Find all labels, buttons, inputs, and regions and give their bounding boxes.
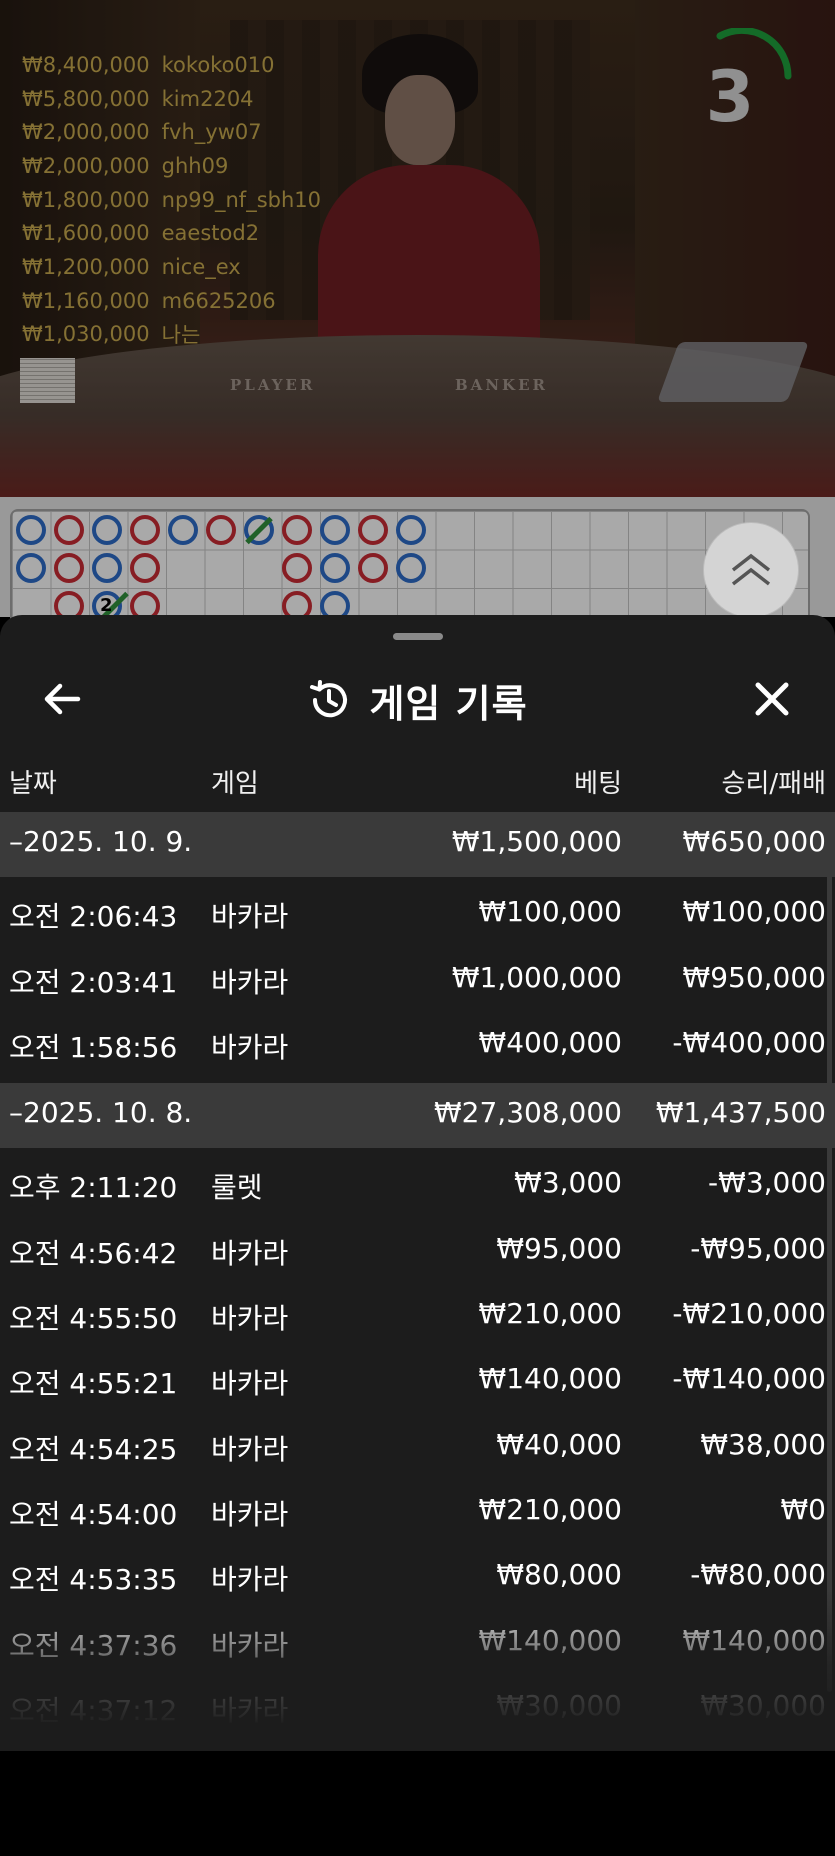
table-row[interactable]: 오전 4:54:25 바카라 ₩40,000 ₩38,000 xyxy=(0,1415,835,1480)
table-row[interactable]: 오전 4:54:00 바카라 ₩210,000 ₩0 xyxy=(0,1480,835,1545)
column-winloss: 승리/패배 xyxy=(721,769,826,799)
double-chevron-up-icon xyxy=(731,553,771,586)
arrow-left-icon xyxy=(44,683,81,715)
table-header: 날짜 게임 베팅 승리/패배 xyxy=(0,757,835,807)
table-row[interactable]: 오전 2:06:43 바카라 ₩100,000 ₩100,000 xyxy=(0,882,835,947)
close-icon xyxy=(755,682,789,716)
table-row[interactable]: 오전 1:58:56 바카라 ₩400,000 -₩400,000 xyxy=(0,1013,835,1078)
date-group-row[interactable]: –2025. 10. 8. ₩27,308,000 ₩1,437,500 xyxy=(0,1083,835,1149)
history-table: –2025. 10. 9. ₩1,500,000 ₩650,000 오전 2:0… xyxy=(0,812,835,1741)
video-dim-overlay xyxy=(0,0,835,620)
expand-roadmap-button[interactable] xyxy=(703,522,799,618)
date-group-row[interactable]: –2025. 10. 9. ₩1,500,000 ₩650,000 xyxy=(0,812,835,878)
table-row[interactable]: 오전 4:37:36 바카라 ₩140,000 ₩140,000 xyxy=(0,1611,835,1676)
panel-title-group: 게임 기록 xyxy=(0,655,835,745)
table-row[interactable]: 오후 2:11:20 룰렛 ₩3,000 -₩3,000 xyxy=(0,1153,835,1218)
close-button[interactable] xyxy=(746,673,798,725)
bottom-bar xyxy=(0,1751,835,1856)
history-icon xyxy=(310,680,348,718)
table-row[interactable]: 오전 4:55:50 바카라 ₩210,000 -₩210,000 xyxy=(0,1284,835,1349)
drag-handle[interactable] xyxy=(393,633,443,640)
table-row[interactable]: 오전 4:37:12 바카라 ₩30,000 ₩30,000 xyxy=(0,1676,835,1741)
table-row[interactable]: 오전 4:55:21 바카라 ₩140,000 -₩140,000 xyxy=(0,1349,835,1414)
game-history-panel: 게임 기록 날짜 게임 베팅 승리/패배 –2025. 10. 9. ₩1,50… xyxy=(0,615,835,1751)
column-date: 날짜 xyxy=(9,769,57,799)
column-game: 게임 xyxy=(211,769,259,799)
scrollbar[interactable] xyxy=(827,812,832,1692)
table-row[interactable]: 오전 4:53:35 바카라 ₩80,000 -₩80,000 xyxy=(0,1545,835,1610)
panel-header: 게임 기록 xyxy=(0,655,835,745)
back-button[interactable] xyxy=(38,673,90,725)
table-row[interactable]: 오전 4:56:42 바카라 ₩95,000 -₩95,000 xyxy=(0,1219,835,1284)
table-row[interactable]: 오전 2:03:41 바카라 ₩1,000,000 ₩950,000 xyxy=(0,948,835,1013)
page-title: 게임 기록 xyxy=(369,681,528,726)
column-bet: 베팅 xyxy=(574,769,622,799)
